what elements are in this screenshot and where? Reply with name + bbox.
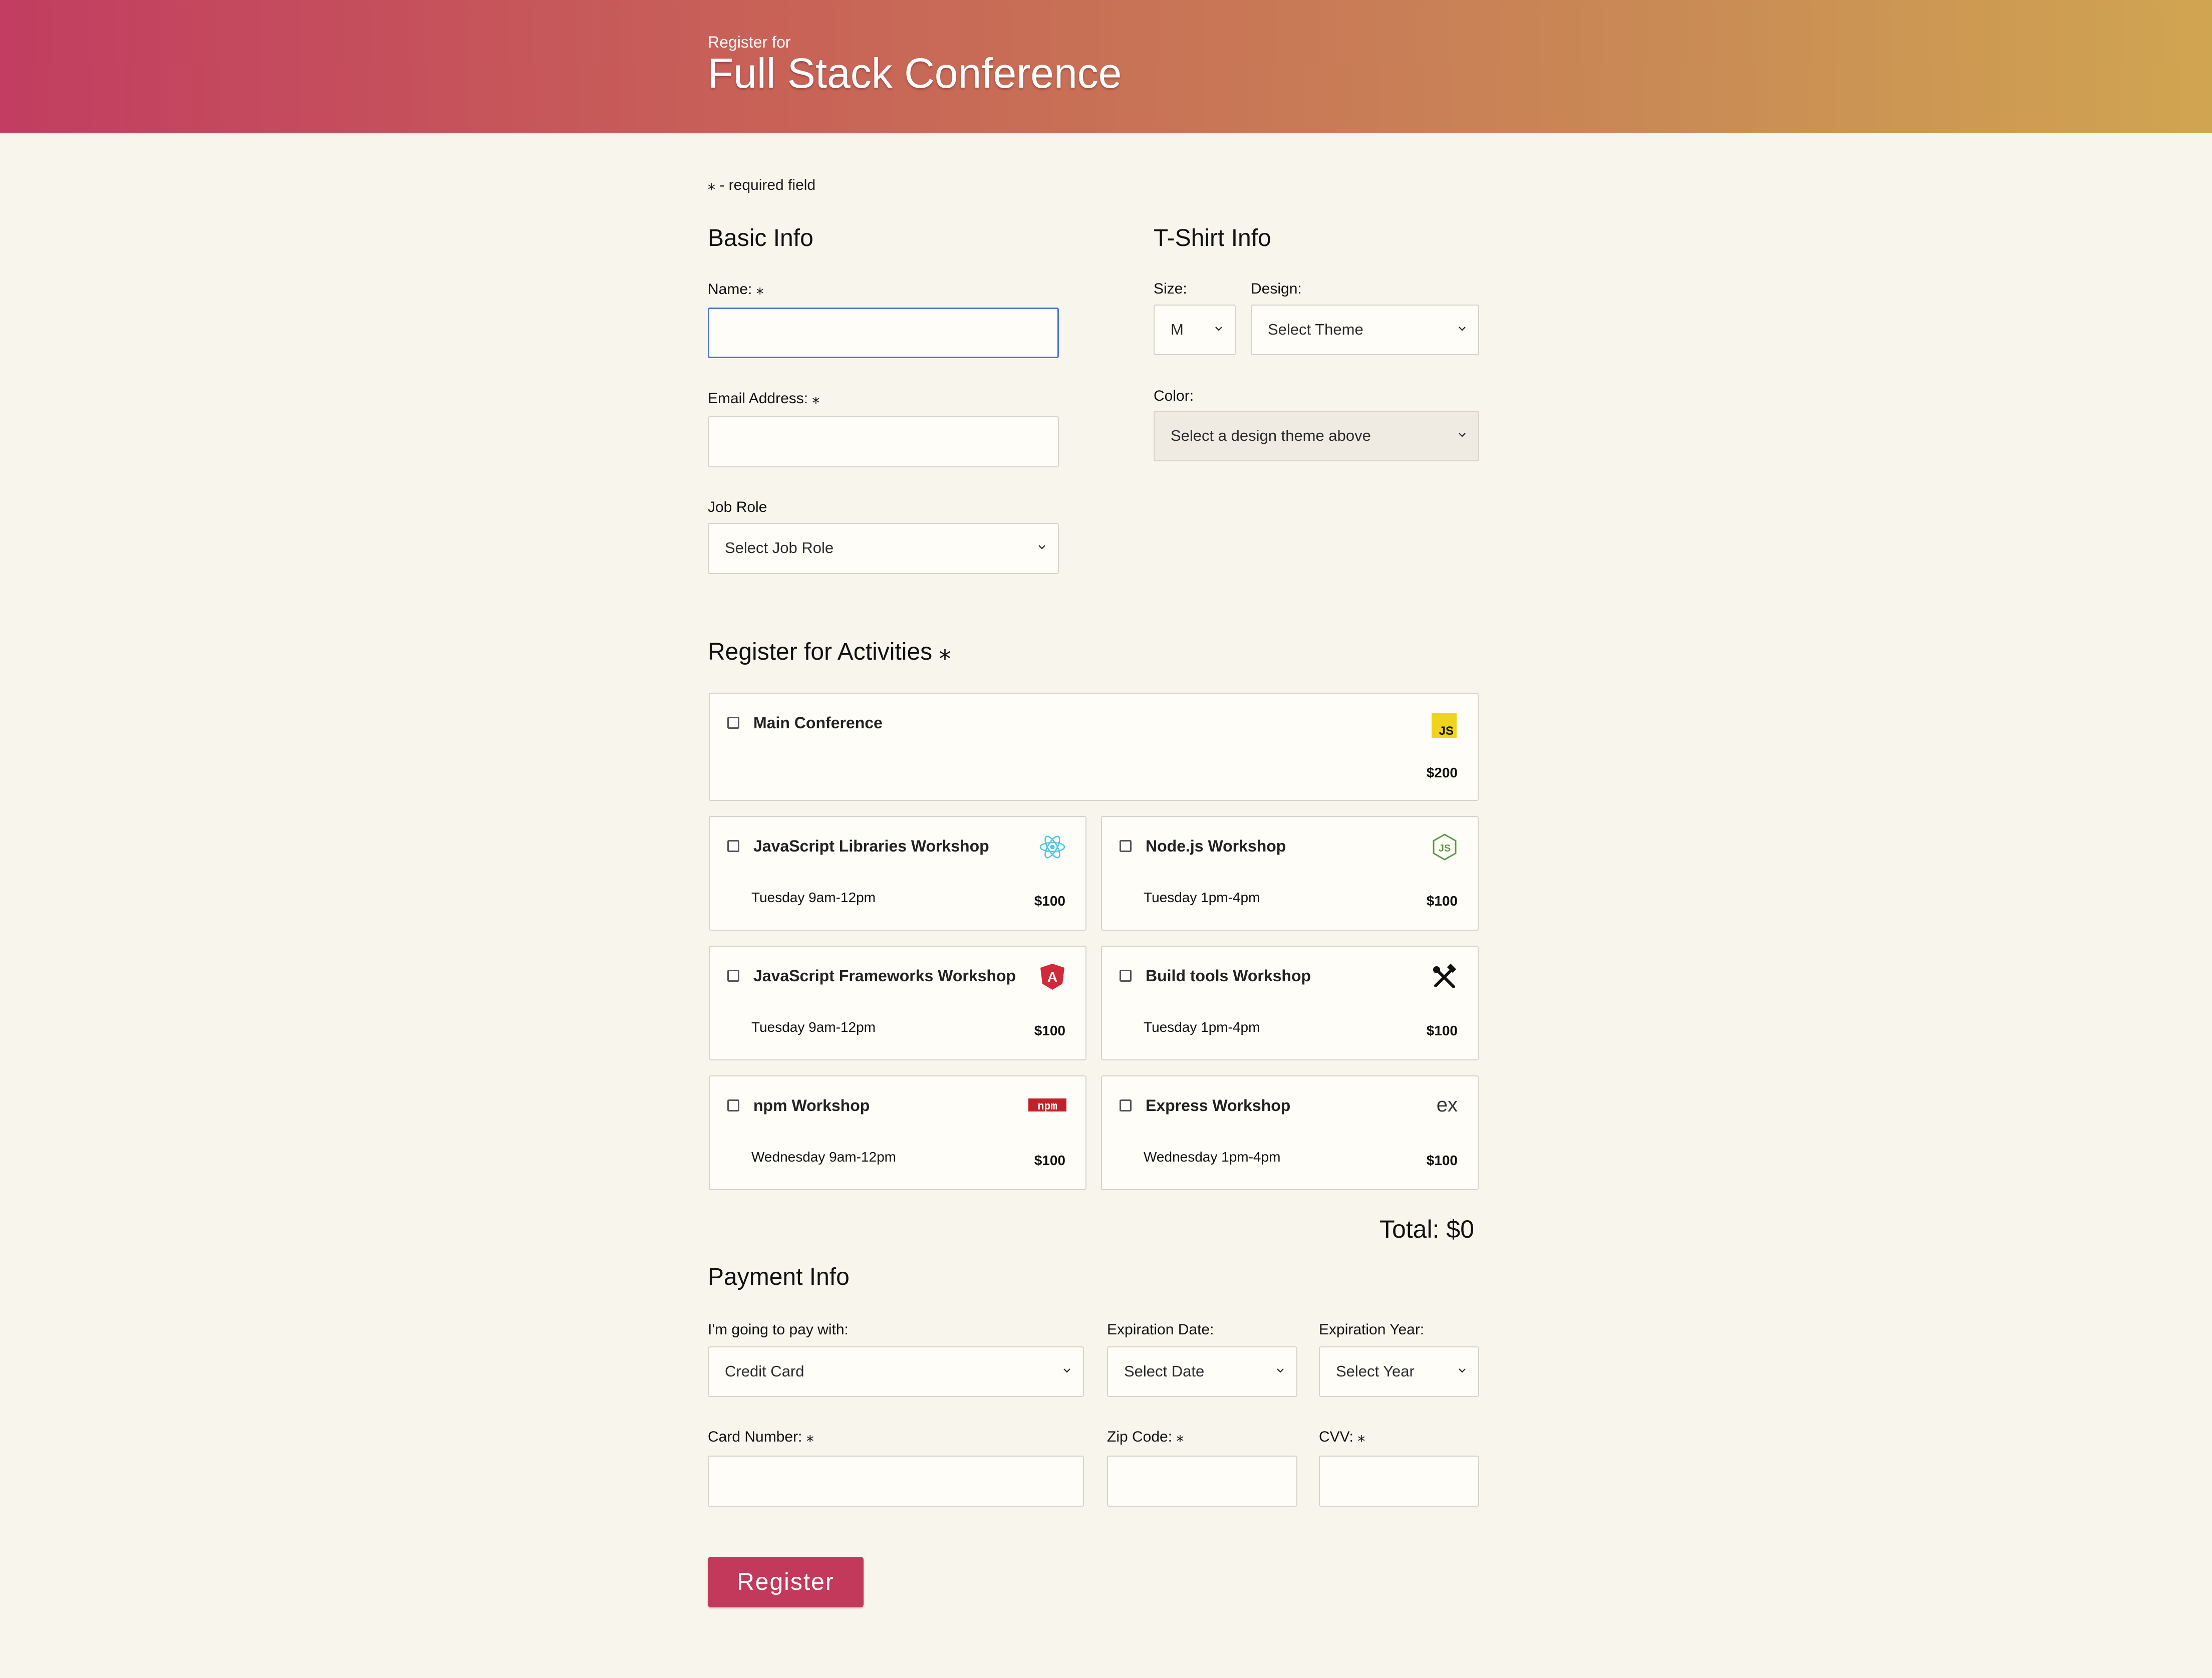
tshirt-info-heading: T-Shirt Info bbox=[1154, 225, 1271, 251]
job-role-select-value: Select Job Role bbox=[725, 539, 834, 556]
job-role-select[interactable]: Select Job Role bbox=[708, 523, 1059, 574]
expiration-date-label: Expiration Date: bbox=[1107, 1321, 1214, 1338]
chevron-down-icon bbox=[1277, 1368, 1284, 1373]
expiration-year-label: Expiration Year: bbox=[1319, 1321, 1425, 1338]
chevron-down-icon bbox=[1459, 1368, 1466, 1373]
activity-price: $100 bbox=[1034, 1023, 1065, 1038]
payment-method-label: I'm going to pay with: bbox=[708, 1321, 849, 1338]
required-field-note: ⁎ - required field bbox=[708, 177, 816, 193]
email-input[interactable] bbox=[708, 416, 1059, 467]
expiration-date-select[interactable]: Select Date bbox=[1107, 1346, 1297, 1397]
activity-time: Tuesday 9am-12pm bbox=[751, 890, 876, 905]
chevron-down-icon bbox=[1459, 433, 1466, 437]
activity-name: Node.js Workshop bbox=[1146, 837, 1286, 855]
payment-method-select[interactable]: Credit Card bbox=[708, 1346, 1084, 1397]
activity-checkbox[interactable] bbox=[727, 1099, 739, 1111]
color-label: Color: bbox=[1154, 388, 1194, 404]
expiration-year-value: Select Year bbox=[1336, 1362, 1415, 1380]
svg-text:JS: JS bbox=[1439, 843, 1451, 854]
name-input[interactable] bbox=[708, 308, 1059, 358]
activity-name: Build tools Workshop bbox=[1146, 967, 1311, 985]
payment-method-value: Credit Card bbox=[725, 1362, 804, 1380]
design-select-value: Select Theme bbox=[1268, 321, 1363, 338]
color-select-value: Select a design theme above bbox=[1171, 427, 1371, 444]
chevron-down-icon bbox=[1459, 327, 1466, 331]
payment-info-heading: Payment Info bbox=[708, 1264, 850, 1290]
activity-checkbox[interactable] bbox=[727, 840, 739, 852]
activity-name: npm Workshop bbox=[753, 1096, 870, 1114]
cvv-input[interactable] bbox=[1319, 1456, 1479, 1507]
tools-icon bbox=[1433, 963, 1457, 988]
activity-js-frameworks[interactable]: JavaScript Frameworks Workshop A Tuesday… bbox=[709, 946, 1086, 1060]
cvv-label: CVV: ⁎ bbox=[1319, 1429, 1365, 1445]
color-select[interactable]: Select a design theme above bbox=[1154, 411, 1479, 461]
activity-time: Tuesday 1pm-4pm bbox=[1144, 1019, 1260, 1035]
activity-checkbox[interactable] bbox=[727, 717, 739, 729]
activity-nodejs[interactable]: Node.js Workshop JS Tuesday 1pm-4pm $100 bbox=[1101, 816, 1479, 931]
job-role-label: Job Role bbox=[708, 499, 767, 515]
activity-main-conference[interactable]: Main Conference JS $200 bbox=[709, 693, 1479, 801]
svg-text:ex: ex bbox=[1437, 1094, 1458, 1116]
javascript-icon: JS bbox=[1432, 713, 1457, 738]
basic-info-heading: Basic Info bbox=[708, 225, 813, 251]
activity-price: $200 bbox=[1426, 765, 1458, 780]
name-label: Name: ⁎ bbox=[708, 281, 764, 298]
activity-checkbox[interactable] bbox=[1120, 840, 1132, 852]
activity-name: Express Workshop bbox=[1146, 1096, 1291, 1114]
npm-icon: npm bbox=[1028, 1098, 1066, 1113]
card-number-label: Card Number: ⁎ bbox=[708, 1429, 814, 1445]
activity-time: Wednesday 9am-12pm bbox=[751, 1149, 896, 1165]
activity-time: Tuesday 1pm-4pm bbox=[1144, 890, 1260, 905]
activity-checkbox[interactable] bbox=[727, 970, 739, 982]
activities-heading: Register for Activities ⁎ bbox=[708, 639, 951, 665]
email-label: Email Address: ⁎ bbox=[708, 390, 820, 407]
chevron-down-icon bbox=[1038, 545, 1045, 549]
activity-npm[interactable]: npm Workshop npm Wednesday 9am-12pm $100 bbox=[709, 1075, 1086, 1190]
design-label: Design: bbox=[1251, 281, 1302, 297]
size-select-value: M bbox=[1171, 321, 1184, 338]
card-number-input[interactable] bbox=[708, 1456, 1084, 1507]
activity-checkbox[interactable] bbox=[1120, 970, 1132, 982]
svg-text:JS: JS bbox=[1439, 724, 1454, 738]
activity-time: Tuesday 9am-12pm bbox=[751, 1019, 876, 1035]
activity-checkbox[interactable] bbox=[1120, 1099, 1132, 1111]
activity-price: $100 bbox=[1426, 893, 1458, 909]
expiration-year-select[interactable]: Select Year bbox=[1319, 1346, 1479, 1397]
activity-time: Wednesday 1pm-4pm bbox=[1144, 1149, 1281, 1165]
react-icon bbox=[1039, 835, 1065, 859]
svg-text:npm: npm bbox=[1037, 1100, 1057, 1113]
activities-total: Total: $0 bbox=[1379, 1215, 1474, 1243]
activity-price: $100 bbox=[1034, 893, 1065, 909]
chevron-down-icon bbox=[1063, 1368, 1070, 1373]
page-title: Full Stack Conference bbox=[708, 50, 1122, 97]
activity-price: $100 bbox=[1034, 1153, 1065, 1168]
activity-express[interactable]: Express Workshop ex Wednesday 1pm-4pm $1… bbox=[1101, 1075, 1479, 1190]
activity-name: Main Conference bbox=[753, 714, 883, 732]
activity-js-libraries[interactable]: JavaScript Libraries Workshop Tuesday 9a… bbox=[709, 816, 1086, 931]
register-button[interactable]: Register bbox=[708, 1557, 864, 1607]
activity-price: $100 bbox=[1426, 1023, 1458, 1038]
activity-name: JavaScript Frameworks Workshop bbox=[753, 967, 1016, 985]
expiration-date-value: Select Date bbox=[1124, 1362, 1205, 1380]
activity-price: $100 bbox=[1426, 1153, 1458, 1168]
svg-text:A: A bbox=[1047, 969, 1057, 985]
zip-code-input[interactable] bbox=[1107, 1456, 1297, 1507]
size-select[interactable]: M bbox=[1154, 305, 1236, 355]
activity-build-tools[interactable]: Build tools Workshop Tuesday 1pm-4pm $10… bbox=[1101, 946, 1479, 1060]
express-icon: ex bbox=[1437, 1094, 1458, 1116]
size-label: Size: bbox=[1154, 281, 1187, 297]
activity-name: JavaScript Libraries Workshop bbox=[753, 837, 989, 855]
chevron-down-icon bbox=[1215, 327, 1222, 331]
page-header: Register for Full Stack Conference bbox=[0, 0, 2212, 133]
angular-icon: A bbox=[1040, 964, 1064, 990]
design-select[interactable]: Select Theme bbox=[1251, 305, 1479, 355]
nodejs-icon: JS bbox=[1433, 833, 1457, 861]
zip-code-label: Zip Code: ⁎ bbox=[1107, 1429, 1184, 1445]
